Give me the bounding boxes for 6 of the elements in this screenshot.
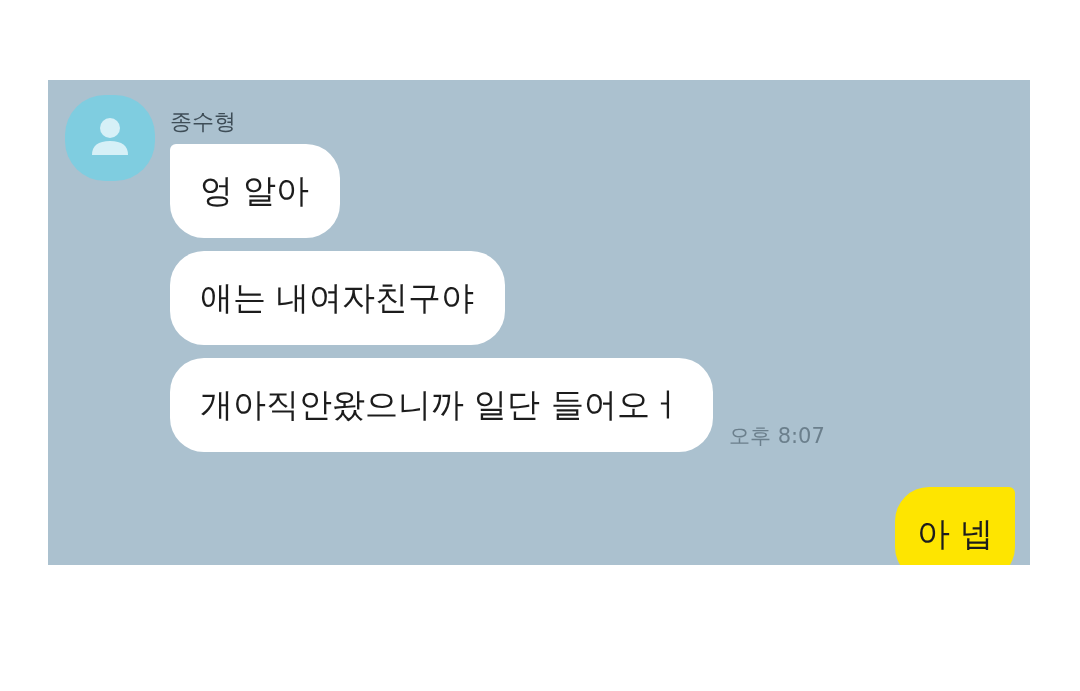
message-time: 오후 8:07 bbox=[729, 423, 825, 451]
message-bubble: 애는 내여자친구야 bbox=[170, 251, 505, 346]
sender-name: 종수형 bbox=[170, 109, 237, 136]
message-bubble: 아 넵 bbox=[894, 487, 1015, 565]
message-bubble: 엉 알아 bbox=[170, 144, 340, 239]
message-bubble: 개아직안왔으니까 일단 들어오ㅓ bbox=[170, 358, 713, 453]
